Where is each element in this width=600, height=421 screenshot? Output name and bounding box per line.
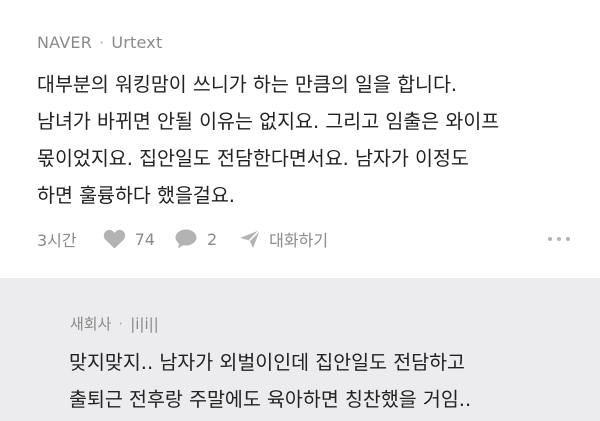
separator-dot: · — [99, 33, 105, 52]
more-icon — [557, 237, 561, 241]
reply-count: 2 — [206, 229, 218, 249]
comment-body: 대부분의 워킹맘이 쓰니가 하는 만큼의 일을 합니다. 남녀가 바뀌면 안될 … — [37, 66, 577, 214]
share-button[interactable]: 대화하기 — [239, 227, 328, 251]
like-count: 74 — [134, 229, 155, 249]
comment-line: 대부분의 워킹맘이 쓰니가 하는 만큼의 일을 합니다. — [37, 73, 458, 96]
more-icon — [548, 237, 552, 241]
reply-meta: 새회사 · |i|i|| — [70, 313, 159, 334]
more-options-button[interactable] — [548, 227, 570, 251]
comment-card: NAVER · Urtext 대부분의 워킹맘이 쓰니가 하는 만큼의 일을 합니다… — [0, 0, 600, 278]
paper-plane-icon — [240, 229, 261, 248]
source-label: NAVER — [37, 33, 93, 52]
reply-button[interactable]: 2 — [175, 229, 217, 249]
comment-line: 몫이었지요. 집안일도 전담한다면서요. 남자가 이정도 — [37, 147, 469, 170]
author-name[interactable]: Urtext — [111, 33, 162, 52]
heart-icon — [103, 229, 125, 249]
reply-source-label: 새회사 — [70, 315, 112, 333]
reply-line: 맞지맞지.. 남자가 외벌이인데 집안일도 전담하고 — [69, 351, 465, 374]
reply-body: 맞지맞지.. 남자가 외벌이인데 집안일도 전담하고 출퇴근 전후랑 주말에도 … — [69, 344, 471, 418]
share-label: 대화하기 — [269, 231, 329, 250]
more-icon — [566, 237, 570, 241]
comment-actions: 3시간 74 2 대화하기 — [37, 227, 328, 251]
timestamp: 3시간 — [37, 231, 77, 250]
comment-line: 하면 훌륭하다 했을걸요. — [37, 184, 235, 207]
reply-author-name[interactable]: |i|i|| — [130, 315, 159, 333]
comment-line: 남녀가 바뀌면 안될 이유는 없지요. 그리고 임출은 와이프 — [37, 110, 500, 133]
like-button[interactable]: 74 — [103, 229, 155, 249]
separator-dot: · — [118, 315, 124, 333]
speech-bubble-icon — [175, 229, 197, 249]
comment-meta: NAVER · Urtext — [37, 33, 162, 52]
reply-line: 출퇴근 전후랑 주말에도 육아하면 칭찬했을 거임.. — [69, 388, 472, 411]
